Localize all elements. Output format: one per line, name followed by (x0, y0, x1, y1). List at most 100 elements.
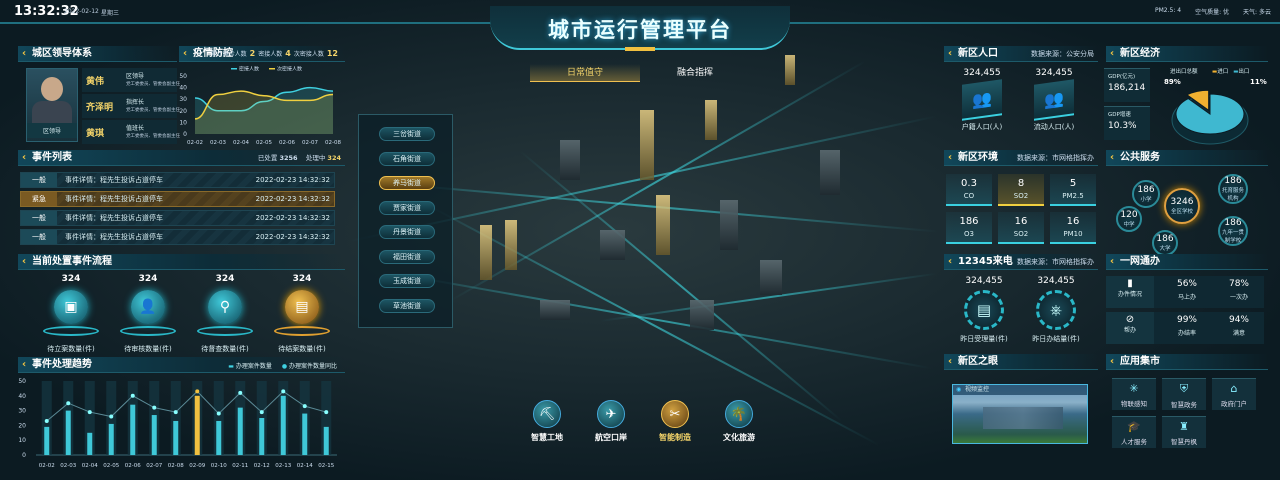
airplane-icon: ✈ (597, 400, 625, 428)
building (480, 225, 492, 280)
app-label: 政府门户 (1221, 400, 1247, 408)
x-tick-label: 02-03 (60, 463, 76, 469)
nav-construction[interactable]: ⛏ 智慧工地 (517, 400, 577, 443)
pie-slice (1175, 93, 1245, 135)
event-row[interactable]: 紧急 事件详情：程先生投诉占道停车 2022-02-23 14:32:32 (20, 191, 335, 207)
leader-item[interactable]: 齐泽明 指挥长 党工委委员、管委会副主任 (82, 94, 180, 118)
event-time: 2022-02-23 14:32:32 (255, 214, 330, 222)
gov-service-label-box: ▮ 办件情况 (1106, 276, 1154, 308)
app-label: 智慧政务 (1171, 401, 1197, 409)
legend-label: 次密接人数 (277, 66, 302, 73)
event-row[interactable]: 一般 事件详情：程先生投诉占道停车 2022-02-23 14:32:32 (20, 210, 335, 226)
app-tile[interactable]: 🎓 人才服务 (1112, 416, 1156, 448)
event-time: 2022-02-23 14:32:32 (255, 176, 330, 184)
growth-value: 10.3% (1108, 121, 1137, 131)
flow-item[interactable]: 324 ▣ 待立案数量(件) (36, 274, 106, 354)
video-monitor[interactable]: ◉ 视频监控 (952, 384, 1088, 444)
school-stat[interactable]: 186 小学 (1132, 180, 1160, 208)
street-button[interactable]: 贾家街道 (379, 200, 435, 215)
street-button[interactable]: 丹景街道 (379, 225, 435, 239)
y-tick-label: 30 (18, 408, 26, 415)
nav-label: 智慧工地 (531, 433, 563, 442)
document-icon: ▤ (964, 290, 1004, 330)
leader-item[interactable]: 黄琪 值班长 党工委委员、管委会副主任 (82, 120, 180, 144)
app-tile[interactable]: ♜ 智慧丹枫 (1162, 416, 1206, 448)
tab-daily-duty[interactable]: 日常值守 (530, 64, 640, 82)
flow-item[interactable]: 324 ▤ 待结案数量(件) (267, 274, 337, 354)
mode-tabs: 日常值守 融合指挥 (500, 64, 780, 82)
nav-airplane[interactable]: ✈ 航空口岸 (581, 400, 641, 443)
school-stat[interactable]: 120 中学 (1116, 206, 1142, 232)
bar (259, 418, 265, 455)
y-tick-label: 10 (18, 437, 26, 444)
hotline-value: 324,455 (965, 276, 1003, 286)
flow-item[interactable]: 324 ⚲ 待督查数量(件) (190, 274, 260, 354)
x-tick-label: 02-02 (187, 140, 203, 146)
flow-item[interactable]: 324 👤 待审核数量(件) (113, 274, 183, 354)
gdp-card: GDP(亿元) 186,214 (1104, 68, 1150, 102)
street-button[interactable]: 玉成街道 (379, 274, 435, 288)
portal-icon: ⌂ (1230, 382, 1238, 395)
flow-count: 324 (138, 274, 158, 284)
school-stat[interactable]: 186 九年一贯制学校 (1218, 216, 1248, 246)
leader-item[interactable]: 黄伟 区领导 党工委委员、管委会副主任 (82, 68, 180, 92)
leader-role: 区领导 (126, 73, 145, 80)
street-button[interactable]: 福田街道 (379, 249, 435, 264)
env-label: SO2 (1013, 230, 1029, 238)
graduation-icon: 🎓 (1127, 420, 1141, 433)
gdp-label: GDP(亿元) (1108, 74, 1136, 80)
trend-panel: 事件处理趋势 ▬ 办理案件数量 ● 办理案件数量同比 0102030405002… (12, 357, 345, 477)
x-tick-label: 02-04 (233, 140, 249, 146)
city-skyline (983, 407, 1063, 429)
tab-joint-command[interactable]: 融合指挥 (640, 64, 750, 82)
document-icon: ▤ (285, 290, 319, 324)
pie-label: 89% (1164, 78, 1181, 86)
gov-service-row: ▮ 办件情况 56% 马上办 78% 一次办 (1106, 276, 1264, 308)
school-stat[interactable]: 186 大学 (1152, 230, 1178, 256)
processing-label: 处理中 (305, 154, 326, 162)
bar (130, 404, 136, 455)
env-value: 186 (959, 216, 979, 227)
x-tick-label: 02-12 (254, 463, 270, 469)
app-tile[interactable]: ⌂ 政府门户 (1212, 378, 1256, 410)
env-label: SO2 (1013, 192, 1029, 200)
leader-desc: 党工委委员、管委会副主任 (126, 134, 180, 139)
event-text: 事件详情：程先生投诉占道停车 (65, 214, 163, 222)
street-button[interactable]: 石角街道 (379, 151, 435, 166)
event-level-badge: 紧急 (21, 192, 57, 206)
stat-value: 4 (285, 49, 291, 58)
leader-desc: 党工委委员、管委会副主任 (126, 108, 180, 113)
event-row[interactable]: 一般 事件详情：程先生投诉占道停车 2022-02-23 14:32:32 (20, 229, 335, 245)
school-total[interactable]: 3246 全区学校 (1164, 188, 1200, 224)
building (640, 110, 654, 180)
app-tile[interactable]: ⛨ 智慧政务 (1162, 378, 1206, 410)
app-tile[interactable]: ✳ 物联感知 (1112, 378, 1156, 410)
tools-icon: ✂ (661, 400, 689, 428)
event-row[interactable]: 一般 事件详情：程先生投诉占道停车 2022-02-23 14:32:32 (20, 172, 335, 188)
trend-point (44, 418, 49, 423)
orb-base (120, 326, 176, 336)
building (785, 55, 795, 85)
leader-name: 齐泽明 (86, 103, 114, 113)
population-item: 324,455 👥 流动人口(人) (1024, 68, 1084, 132)
leader-photo[interactable]: 区领导 (26, 68, 78, 142)
env-metric: 8 SO2 (998, 174, 1044, 206)
trend-point (281, 389, 286, 394)
apps-panel: 应用集市 ✳ 物联感知 ⛨ 智慧政务 ⌂ 政府门户 🎓 人才服务 ♜ 智慧丹枫 (1100, 354, 1268, 474)
street-button[interactable]: 三岔街道 (379, 127, 435, 141)
bar (151, 415, 157, 455)
nav-tools[interactable]: ✂ 智能制造 (645, 400, 705, 443)
gov-stat-label: 马上办 (1177, 294, 1196, 301)
economy-panel: 新区经济 GDP(亿元) 186,214 GDP增速 10.3% 进出口总额 ▬… (1100, 46, 1268, 146)
panel-title: 新区之眼 (944, 354, 1098, 370)
street-button[interactable]: 养马街道 (379, 176, 435, 190)
hotline-label: 昨日办结量(件) (1032, 335, 1080, 343)
leader-name: 黄伟 (86, 77, 105, 87)
nav-palm-tree[interactable]: 🌴 文化旅游 (709, 400, 769, 443)
school-stat[interactable]: 186 托育服务机构 (1218, 174, 1248, 204)
street-button[interactable]: 草池街道 (379, 298, 435, 313)
building (690, 300, 714, 330)
environment-panel: 新区环境数据来源：市网格指挥办 0.3CO8SO25PM2.5186O316SO… (938, 150, 1098, 250)
env-metric: 5 PM2.5 (1050, 174, 1096, 206)
x-tick-label: 02-07 (302, 140, 318, 146)
